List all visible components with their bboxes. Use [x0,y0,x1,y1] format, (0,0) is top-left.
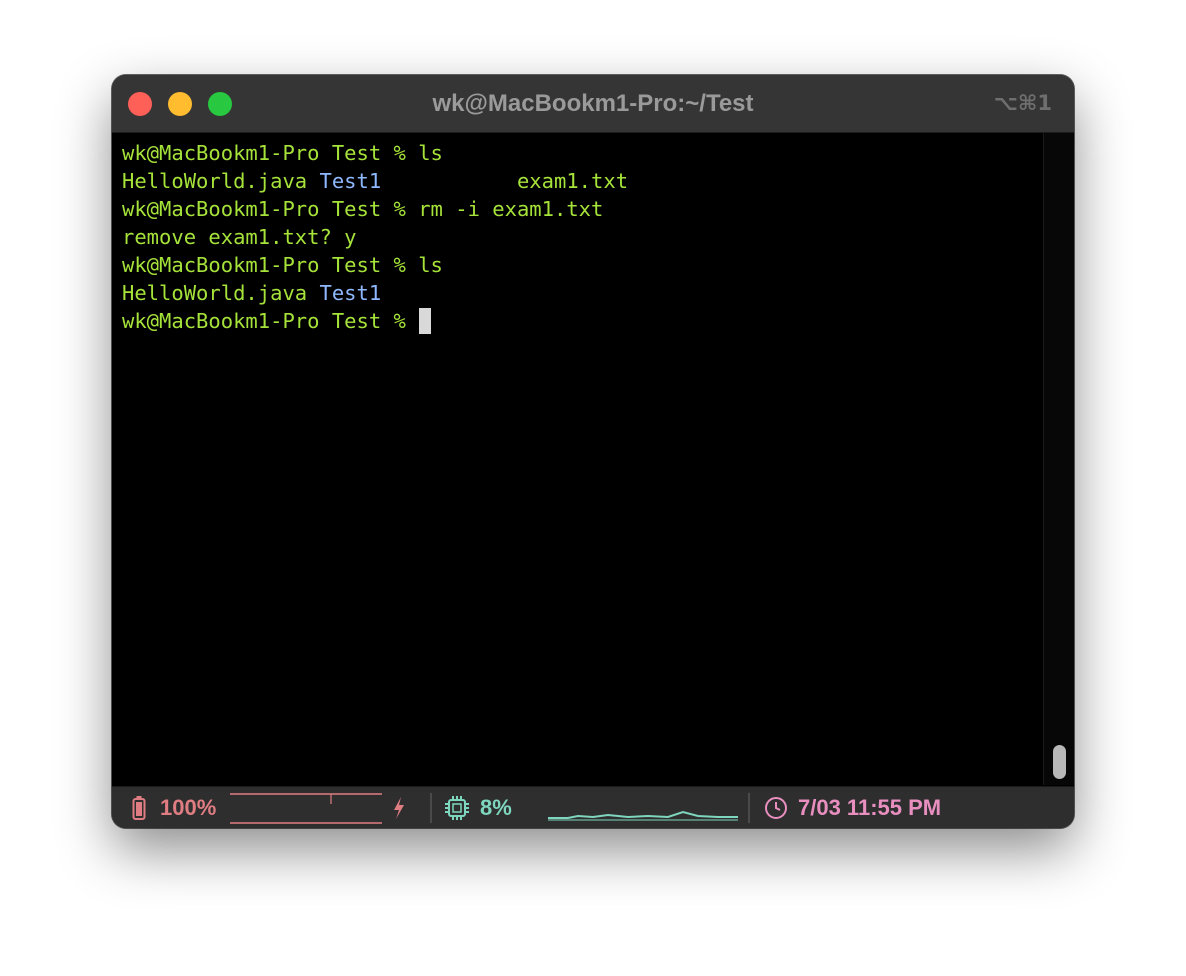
title-bar[interactable]: wk@MacBookm1-Pro:~/Test ⌥⌘1 [112,75,1074,133]
prompt: wk@MacBookm1-Pro Test % [122,309,419,333]
text-cursor[interactable] [419,308,432,334]
clock-datetime: 7/03 11:55 PM [798,795,942,820]
file-entry: HelloWorld.java [122,281,320,305]
lightning-icon [394,797,404,819]
status-divider [430,793,432,823]
prompt: wk@MacBookm1-Pro Test % [122,141,419,165]
terminal-line: wk@MacBookm1-Pro Test % rm -i exam1.txt [122,195,1042,223]
terminal-line: HelloWorld.java Test1 exam1.txt [122,167,1042,195]
scrollbar-thumb[interactable] [1053,745,1066,779]
terminal-line: wk@MacBookm1-Pro Test % [122,307,1042,335]
terminal-line: HelloWorld.java Test1 [122,279,1042,307]
cpu-icon [445,796,469,820]
cpu-history-graph [548,810,738,821]
battery-icon [132,796,146,820]
command: rm -i exam1.txt [418,197,604,221]
window-title: wk@MacBookm1-Pro:~/Test [432,90,754,117]
directory-entry: Test1 [319,281,382,305]
terminal-line: wk@MacBookm1-Pro Test % ls [122,251,1042,279]
status-bar: 100% 8% 7/03 11:55 PM [112,786,1074,828]
command: ls [418,253,443,277]
clock-icon [765,797,787,819]
battery-history-graph [230,793,382,824]
prompt: wk@MacBookm1-Pro Test % [122,197,419,221]
output-text: remove exam1.txt? y [122,225,357,249]
terminal-output[interactable]: wk@MacBookm1-Pro Test % ls HelloWorld.ja… [122,139,1042,335]
terminal-line: wk@MacBookm1-Pro Test % ls [122,139,1042,167]
terminal-line: remove exam1.txt? y [122,223,1042,251]
tab-shortcut-hint: ⌥⌘1 [993,91,1052,115]
command: ls [418,141,443,165]
file-entry: exam1.txt [516,169,629,193]
column-spacer [381,169,517,193]
prompt: wk@MacBookm1-Pro Test % [122,253,419,277]
file-entry: HelloWorld.java [122,169,320,193]
directory-entry: Test1 [319,169,382,193]
cpu-percentage: 8% [480,795,512,820]
terminal-window: wk@MacBookm1-Pro:~/Test ⌥⌘1 wk@MacBookm1… [112,75,1074,828]
battery-percentage: 100% [160,795,217,820]
status-divider [748,793,750,823]
scrollbar-track[interactable] [1043,133,1074,785]
